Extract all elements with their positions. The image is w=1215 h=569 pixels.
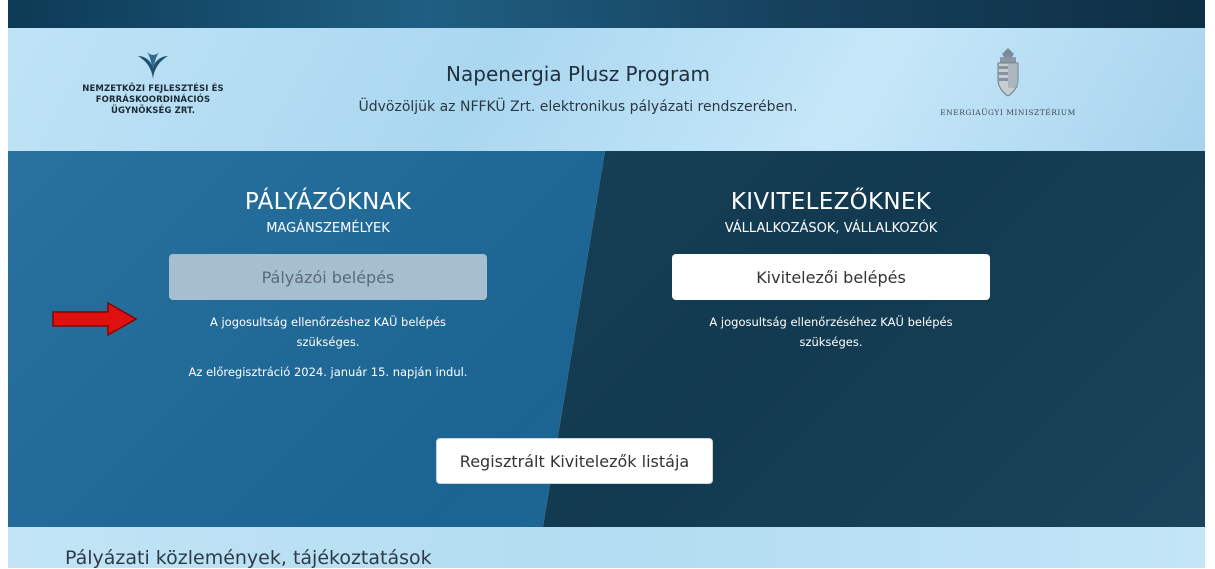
applicants-title: PÁLYÁZÓKNAK <box>244 189 412 215</box>
red-arrow-icon <box>52 301 138 337</box>
page-subtitle: Üdvözöljük az NFFKÜ Zrt. elektronikus pá… <box>358 99 798 115</box>
applicants-subtitle: MAGÁNSZEMÉLYEK <box>266 221 390 236</box>
applicant-kau-note: A jogosultság ellenőrzéshez KAÜ belépés … <box>209 315 447 349</box>
contractors-title: KIVITELEZŐKNEK <box>730 189 932 215</box>
page-header: NEMZETKÖZI FEJLESZTÉSI ÉS FORRÁSKOORDINÁ… <box>8 28 1205 151</box>
leaf-logo-icon <box>138 52 168 79</box>
contractor-login-button[interactable]: Kivitelezői belépés <box>672 254 990 300</box>
ministry-logo[interactable]: ENERGIAÜGYI MINISZTÉRIUM <box>908 48 1108 117</box>
preregistration-note: Az előregisztráció 2024. január 15. napj… <box>188 365 468 379</box>
contractor-kau-note: A jogosultság ellenőrzéséhez KAÜ belépés… <box>709 315 953 349</box>
contractors-column: KIVITELEZŐKNEK VÁLLALKOZÁSOK, VÁLLALKOZÓ… <box>651 189 1011 352</box>
ministry-name: ENERGIAÜGYI MINISZTÉRIUM <box>940 108 1076 117</box>
coat-of-arms-icon <box>997 48 1019 97</box>
org-name-line: NEMZETKÖZI FEJLESZTÉSI ÉS <box>82 84 224 94</box>
hero-section: PÁLYÁZÓKNAK MAGÁNSZEMÉLYEK Pályázói belé… <box>8 151 1205 527</box>
org-logo[interactable]: NEMZETKÖZI FEJLESZTÉSI ÉS FORRÁSKOORDINÁ… <box>68 50 238 117</box>
header-center: Napenergia Plusz Program Üdvözöljük az N… <box>308 62 848 115</box>
registered-contractors-list-button[interactable]: Regisztrált Kivitelezők listája <box>436 438 713 484</box>
page-title: Napenergia Plusz Program <box>446 62 710 86</box>
org-name-line: FORRÁSKOORDINÁCIÓS <box>95 95 211 105</box>
applicant-login-button[interactable]: Pályázói belépés <box>169 254 487 300</box>
contractors-subtitle: VÁLLALKOZÁSOK, VÁLLALKOZÓK <box>724 221 938 236</box>
org-name: NEMZETKÖZI FEJLESZTÉSI ÉS FORRÁSKOORDINÁ… <box>68 84 238 117</box>
announcements-section: Pályázati közlemények, tájékoztatások <box>8 527 1205 569</box>
org-name-line: ÜGYNÖKSÉG ZRT. <box>110 106 196 116</box>
top-banner-strip <box>8 0 1205 28</box>
applicants-column: PÁLYÁZÓKNAK MAGÁNSZEMÉLYEK Pályázói belé… <box>148 189 508 382</box>
announcements-title: Pályázati közlemények, tájékoztatások <box>65 547 432 569</box>
